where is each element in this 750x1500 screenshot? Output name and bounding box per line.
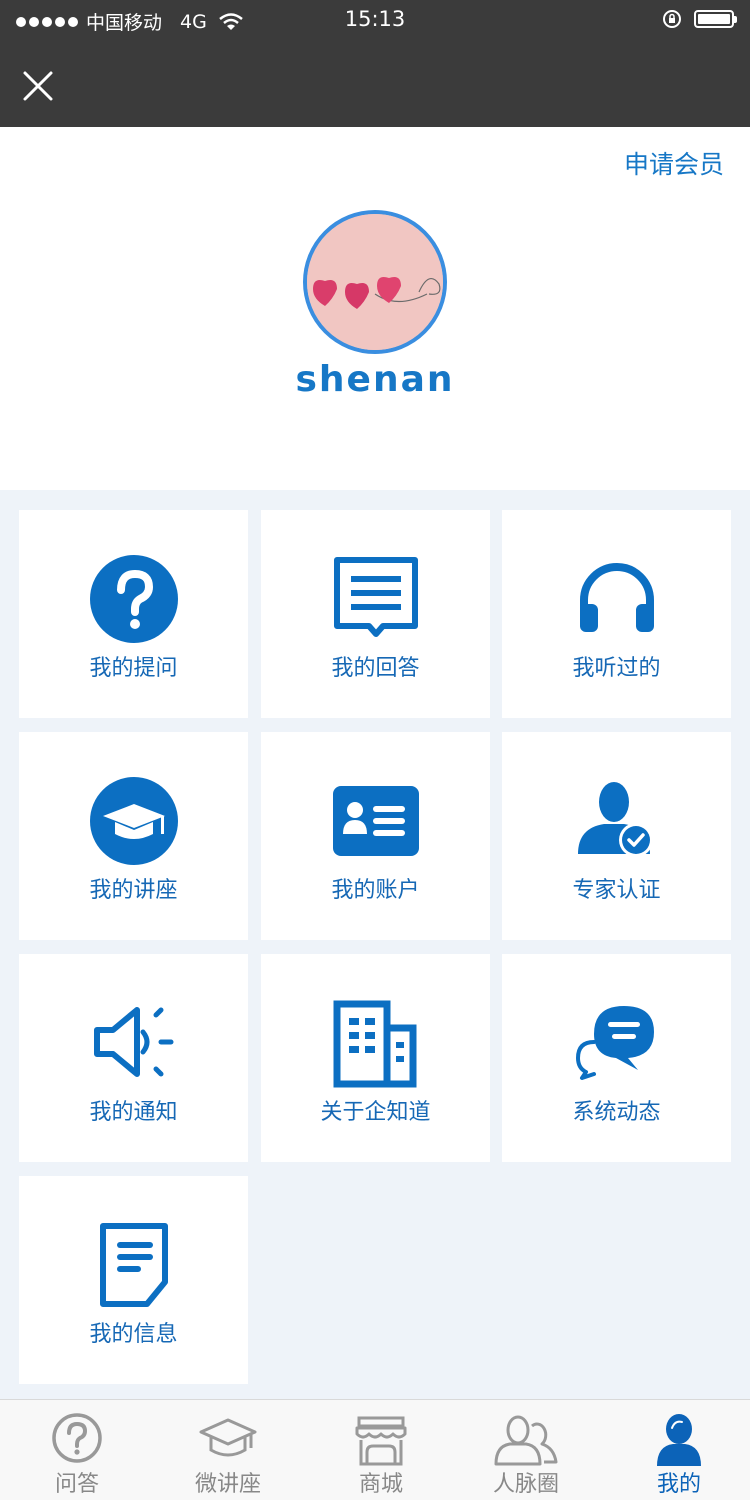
close-button[interactable] — [18, 66, 58, 106]
menu-item-expert-verification[interactable]: 专家认证 — [502, 732, 731, 940]
status-bar: 中国移动 4G 15:13 — [0, 0, 750, 40]
tab-mine[interactable]: 我的 — [604, 1400, 750, 1500]
tab-label: 我的 — [656, 1472, 701, 1497]
menu-item-listened[interactable]: 我听过的 — [502, 510, 731, 718]
menu-item-label: 我的通知 — [89, 1100, 178, 1125]
apply-member-link[interactable]: 申请会员 — [624, 145, 724, 181]
orientation-lock-icon — [663, 10, 681, 28]
menu-item-my-lectures[interactable]: 我的讲座 — [19, 732, 248, 940]
menu-item-about[interactable]: 关于企知道 — [261, 954, 490, 1162]
building-icon — [333, 1000, 416, 1088]
status-time: 15:13 — [344, 7, 406, 31]
expert-verified-icon — [577, 782, 653, 857]
menu-item-my-info[interactable]: 我的信息 — [19, 1176, 248, 1384]
username: shenan — [295, 359, 455, 400]
menu-item-label: 我的提问 — [89, 656, 178, 681]
tab-store[interactable]: 商城 — [306, 1400, 456, 1500]
menu-item-label: 我的回答 — [331, 656, 420, 681]
tab-network[interactable]: 人脉圈 — [451, 1400, 601, 1500]
answer-icon — [333, 557, 418, 637]
tab-micro-lecture[interactable]: 微讲座 — [153, 1400, 303, 1500]
menu-item-label: 专家认证 — [572, 878, 661, 903]
graduation-cap-icon — [89, 777, 178, 865]
store-icon — [355, 1416, 407, 1466]
speaker-icon — [93, 1007, 173, 1077]
menu-item-label: 关于企知道 — [320, 1100, 431, 1125]
id-card-icon — [332, 786, 419, 856]
close-icon — [23, 71, 53, 101]
menu-item-label: 我的信息 — [89, 1322, 178, 1347]
avatar[interactable] — [303, 210, 447, 354]
bottom-tab-bar: 问答 微讲座 商城 人脉圈 我的 — [0, 1399, 750, 1500]
status-right — [662, 9, 737, 29]
menu-item-my-notifications[interactable]: 我的通知 — [19, 954, 248, 1162]
people-icon — [494, 1415, 558, 1466]
battery-icon — [694, 10, 737, 28]
user-icon — [657, 1414, 701, 1466]
profile-section: 申请会员 shenan — [0, 127, 750, 490]
tab-qa[interactable]: 问答 — [2, 1400, 152, 1500]
tab-label: 微讲座 — [194, 1472, 261, 1497]
question-icon — [89, 555, 178, 643]
chat-bubbles-icon — [575, 1006, 654, 1080]
menu-item-my-answers[interactable]: 我的回答 — [261, 510, 490, 718]
tab-label: 问答 — [54, 1472, 99, 1497]
headphones-icon — [579, 563, 654, 632]
menu-item-label: 系统动态 — [572, 1100, 661, 1125]
graduation-cap-icon — [199, 1418, 257, 1457]
nav-bar — [0, 40, 750, 127]
menu-item-my-questions[interactable]: 我的提问 — [19, 510, 248, 718]
tab-label: 人脉圈 — [492, 1472, 559, 1497]
menu-item-label: 我的讲座 — [89, 878, 178, 903]
document-icon — [99, 1223, 168, 1307]
menu-item-label: 我的账户 — [331, 878, 420, 903]
avatar-image — [307, 214, 443, 350]
menu-item-label: 我听过的 — [572, 656, 661, 681]
menu-item-system-updates[interactable]: 系统动态 — [502, 954, 731, 1162]
question-circle-icon — [52, 1413, 102, 1463]
tab-label: 商城 — [358, 1472, 403, 1497]
menu-item-my-account[interactable]: 我的账户 — [261, 732, 490, 940]
